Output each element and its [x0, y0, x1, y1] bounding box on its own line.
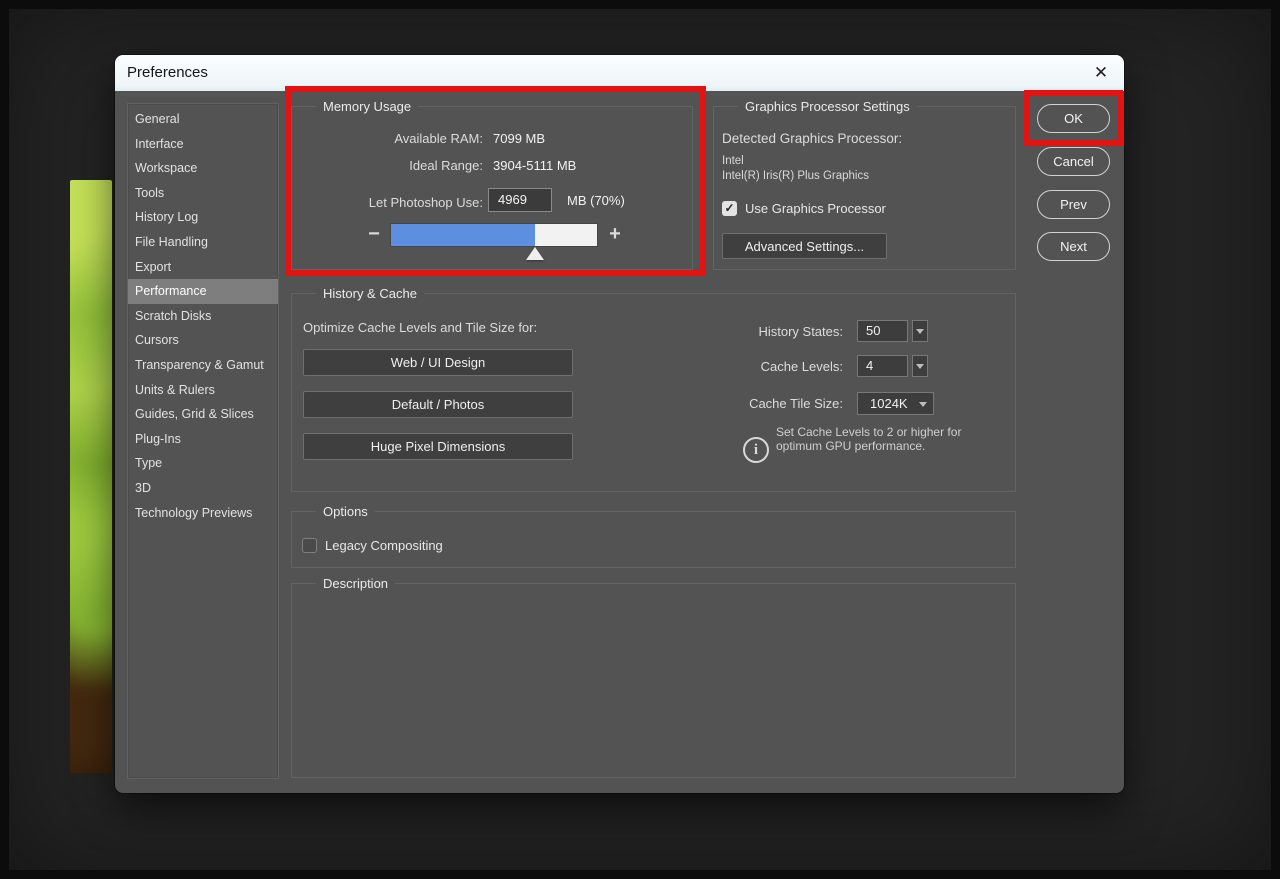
graphics-settings-title: Graphics Processor Settings	[738, 99, 917, 114]
memory-slider-fill	[391, 224, 535, 246]
use-graphics-processor-label: Use Graphics Processor	[745, 201, 886, 216]
legacy-compositing-checkbox[interactable]	[302, 538, 317, 553]
preset-huge-pixel-dimensions-button[interactable]: Huge Pixel Dimensions	[303, 433, 573, 460]
sidebar-item-guides-grid-slices[interactable]: Guides, Grid & Slices	[128, 402, 278, 427]
sidebar-item-export[interactable]: Export	[128, 255, 278, 280]
preset-default-photos-button[interactable]: Default / Photos	[303, 391, 573, 418]
ok-button[interactable]: OK	[1037, 104, 1110, 133]
preset-web-ui-design-button[interactable]: Web / UI Design	[303, 349, 573, 376]
cache-levels-select[interactable]: 4	[857, 355, 908, 377]
cache-tile-size-value: 1024K	[870, 396, 908, 411]
history-cache-title: History & Cache	[316, 286, 424, 301]
chevron-down-icon	[919, 402, 927, 407]
sidebar-item-3d[interactable]: 3D	[128, 476, 278, 501]
advanced-settings-button[interactable]: Advanced Settings...	[722, 233, 887, 259]
slider-plus-icon[interactable]: +	[603, 217, 627, 251]
cache-info-text: Set Cache Levels to 2 or higher for opti…	[776, 425, 961, 453]
close-icon[interactable]: ✕	[1086, 58, 1116, 88]
dialog-titlebar: Preferences ✕	[115, 55, 1124, 91]
preferences-dialog: Preferences ✕ General Interface Workspac…	[115, 55, 1124, 793]
options-title: Options	[316, 504, 375, 519]
sidebar-item-scratch-disks[interactable]: Scratch Disks	[128, 304, 278, 329]
sidebar-item-history-log[interactable]: History Log	[128, 205, 278, 230]
cache-tile-size-select[interactable]: 1024K	[857, 392, 934, 415]
next-button[interactable]: Next	[1037, 232, 1110, 261]
cache-info-line2: optimum GPU performance.	[776, 439, 961, 453]
sidebar-item-technology-previews[interactable]: Technology Previews	[128, 501, 278, 526]
chevron-down-icon	[916, 329, 924, 334]
history-states-label: History States:	[643, 322, 843, 342]
sidebar-item-interface[interactable]: Interface	[128, 132, 278, 157]
sidebar-item-workspace[interactable]: Workspace	[128, 156, 278, 181]
use-graphics-processor-checkbox[interactable]: ✓	[722, 201, 737, 216]
memory-slider-thumb[interactable]	[526, 247, 544, 260]
sidebar-item-tools[interactable]: Tools	[128, 181, 278, 206]
slider-minus-icon[interactable]: −	[362, 217, 386, 251]
sidebar-item-transparency-gamut[interactable]: Transparency & Gamut	[128, 353, 278, 378]
history-states-chevron[interactable]	[912, 320, 928, 342]
detected-gpu-label: Detected Graphics Processor:	[722, 131, 902, 146]
chevron-down-icon	[916, 364, 924, 369]
cache-tile-size-label: Cache Tile Size:	[643, 394, 843, 414]
sidebar-item-file-handling[interactable]: File Handling	[128, 230, 278, 255]
gpu-vendor: Intel	[722, 155, 744, 167]
cancel-button[interactable]: Cancel	[1037, 147, 1110, 176]
dialog-title: Preferences	[127, 55, 208, 91]
description-group: Description	[291, 583, 1016, 778]
available-ram-value: 7099 MB	[493, 131, 545, 146]
optimize-cache-label: Optimize Cache Levels and Tile Size for:	[303, 320, 537, 335]
memory-amount-input[interactable]: 4969	[488, 188, 552, 212]
desktop-background: Preferences ✕ General Interface Workspac…	[0, 0, 1280, 879]
let-photoshop-use-label: Let Photoshop Use:	[291, 192, 483, 214]
memory-percent-suffix: MB (70%)	[567, 192, 625, 210]
cache-levels-label: Cache Levels:	[643, 357, 843, 377]
description-title: Description	[316, 576, 395, 591]
preferences-sidebar: General Interface Workspace Tools Histor…	[127, 103, 279, 779]
sidebar-item-general[interactable]: General	[128, 107, 278, 132]
ideal-range-value: 3904-5111 MB	[493, 158, 576, 173]
sidebar-item-type[interactable]: Type	[128, 451, 278, 476]
background-photo-blur	[70, 180, 112, 773]
available-ram-label: Available RAM:	[291, 131, 483, 146]
sidebar-item-units-rulers[interactable]: Units & Rulers	[128, 378, 278, 403]
background-photo	[70, 180, 112, 773]
info-icon: i	[743, 437, 769, 463]
sidebar-list: General Interface Workspace Tools Histor…	[128, 104, 278, 525]
cache-levels-chevron[interactable]	[912, 355, 928, 377]
prev-button[interactable]: Prev	[1037, 190, 1110, 219]
cache-info-line1: Set Cache Levels to 2 or higher for	[776, 425, 961, 439]
history-states-select[interactable]: 50	[857, 320, 908, 342]
sidebar-item-cursors[interactable]: Cursors	[128, 328, 278, 353]
gpu-model: Intel(R) Iris(R) Plus Graphics	[722, 170, 869, 182]
ideal-range-label: Ideal Range:	[291, 158, 483, 173]
memory-usage-title: Memory Usage	[316, 99, 418, 114]
sidebar-item-plug-ins[interactable]: Plug-Ins	[128, 427, 278, 452]
legacy-compositing-label: Legacy Compositing	[325, 538, 443, 553]
sidebar-item-performance[interactable]: Performance	[128, 279, 278, 304]
memory-slider-track[interactable]	[391, 224, 597, 246]
